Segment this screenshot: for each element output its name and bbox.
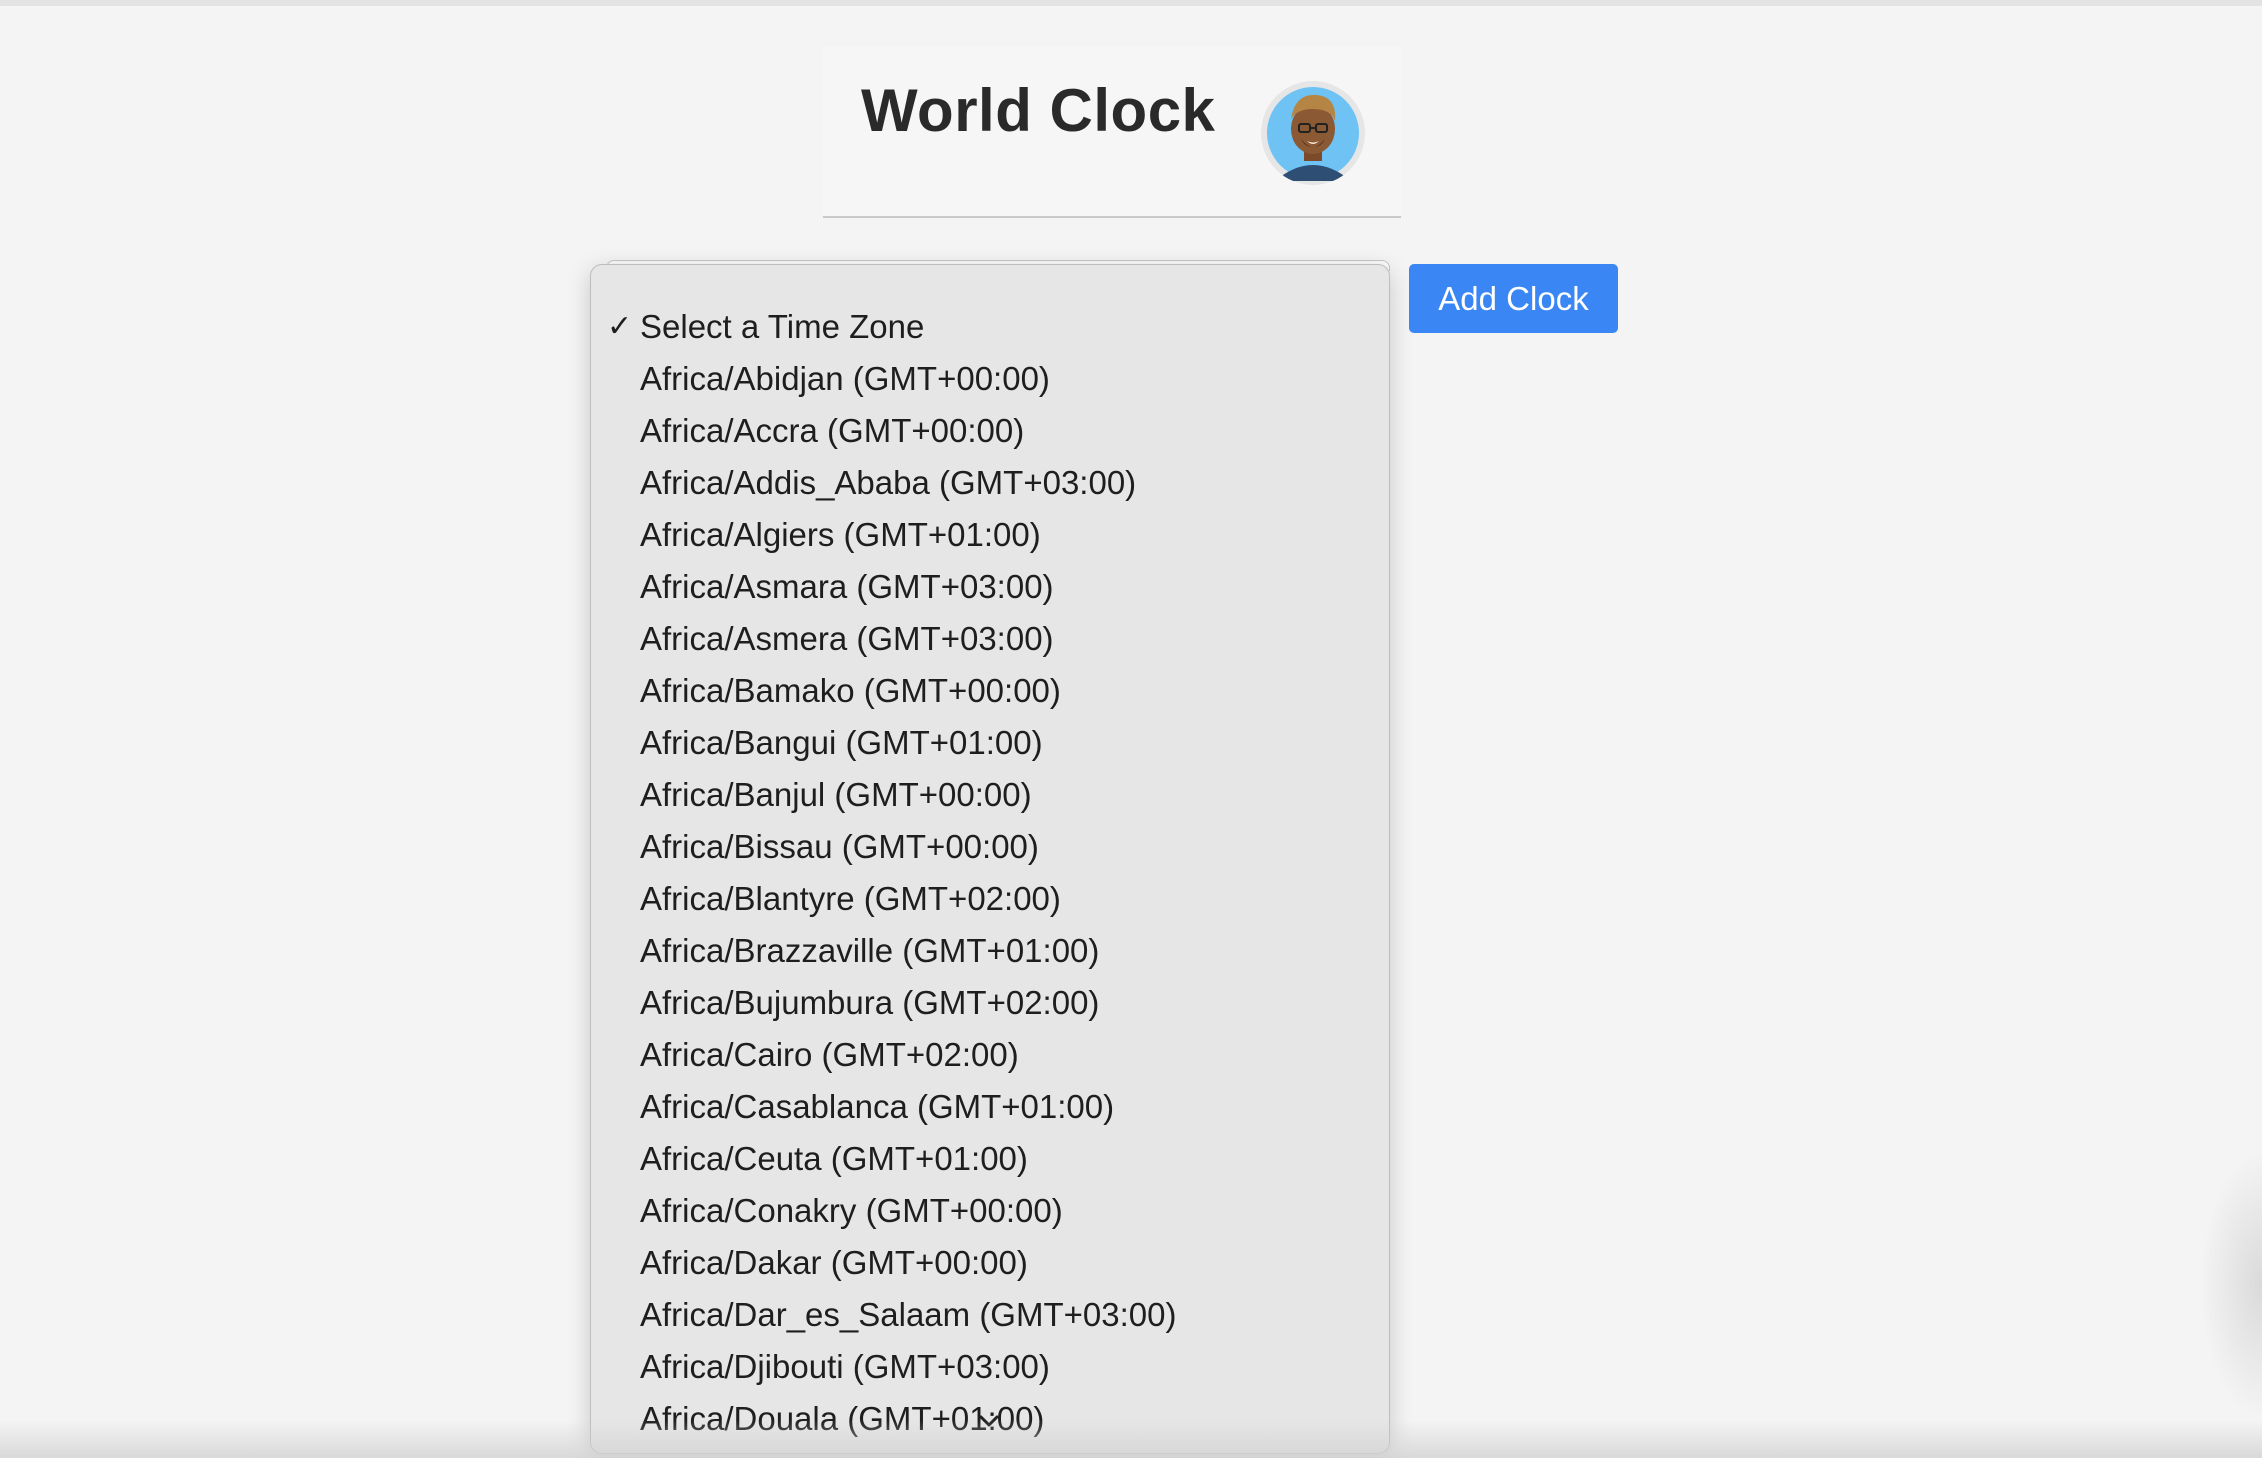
timezone-option[interactable]: Africa/Cairo (GMT+02:00) bbox=[640, 1029, 1019, 1081]
timezone-option[interactable]: Africa/Abidjan (GMT+00:00) bbox=[640, 353, 1050, 405]
timezone-option[interactable]: Africa/Brazzaville (GMT+01:00) bbox=[640, 925, 1099, 977]
user-avatar-icon[interactable] bbox=[1261, 81, 1365, 185]
avatar-illustration bbox=[1267, 87, 1359, 181]
timezone-option[interactable]: Africa/Algiers (GMT+01:00) bbox=[640, 509, 1041, 561]
timezone-dropdown-menu[interactable]: ✓ Select a Time Zone Africa/Abidjan (GMT… bbox=[590, 264, 1390, 1454]
timezone-option[interactable]: Africa/Asmera (GMT+03:00) bbox=[640, 613, 1054, 665]
app-header: World Clock bbox=[823, 46, 1401, 218]
timezone-option[interactable]: Africa/Bissau (GMT+00:00) bbox=[640, 821, 1039, 873]
timezone-option[interactable]: Africa/Djibouti (GMT+03:00) bbox=[640, 1341, 1050, 1393]
selected-checkmark-icon: ✓ bbox=[607, 310, 633, 343]
add-clock-button[interactable]: Add Clock bbox=[1409, 264, 1618, 333]
page-title: World Clock bbox=[861, 77, 1216, 144]
window-edge-shadow bbox=[2200, 1150, 2262, 1420]
timezone-option[interactable]: Africa/Blantyre (GMT+02:00) bbox=[640, 873, 1061, 925]
timezone-option[interactable]: Africa/Ceuta (GMT+01:00) bbox=[640, 1133, 1028, 1185]
timezone-option[interactable]: Africa/Bamako (GMT+00:00) bbox=[640, 665, 1061, 717]
timezone-option[interactable]: Africa/Accra (GMT+00:00) bbox=[640, 405, 1024, 457]
timezone-option[interactable]: Select a Time Zone bbox=[640, 301, 924, 353]
timezone-option[interactable]: Africa/Banjul (GMT+00:00) bbox=[640, 769, 1032, 821]
timezone-option[interactable]: Africa/Dar_es_Salaam (GMT+03:00) bbox=[640, 1289, 1176, 1341]
timezone-option[interactable]: Africa/Bangui (GMT+01:00) bbox=[640, 717, 1043, 769]
timezone-option[interactable]: Africa/Addis_Ababa (GMT+03:00) bbox=[640, 457, 1136, 509]
timezone-option[interactable]: Africa/Casablanca (GMT+01:00) bbox=[640, 1081, 1114, 1133]
timezone-option[interactable]: Africa/Conakry (GMT+00:00) bbox=[640, 1185, 1063, 1237]
timezone-option[interactable]: Africa/Dakar (GMT+00:00) bbox=[640, 1237, 1028, 1289]
bottom-edge-fade bbox=[0, 1420, 2262, 1458]
browser-top-edge bbox=[0, 0, 2262, 6]
timezone-option[interactable]: Africa/Asmara (GMT+03:00) bbox=[640, 561, 1054, 613]
timezone-option[interactable]: Africa/Bujumbura (GMT+02:00) bbox=[640, 977, 1099, 1029]
